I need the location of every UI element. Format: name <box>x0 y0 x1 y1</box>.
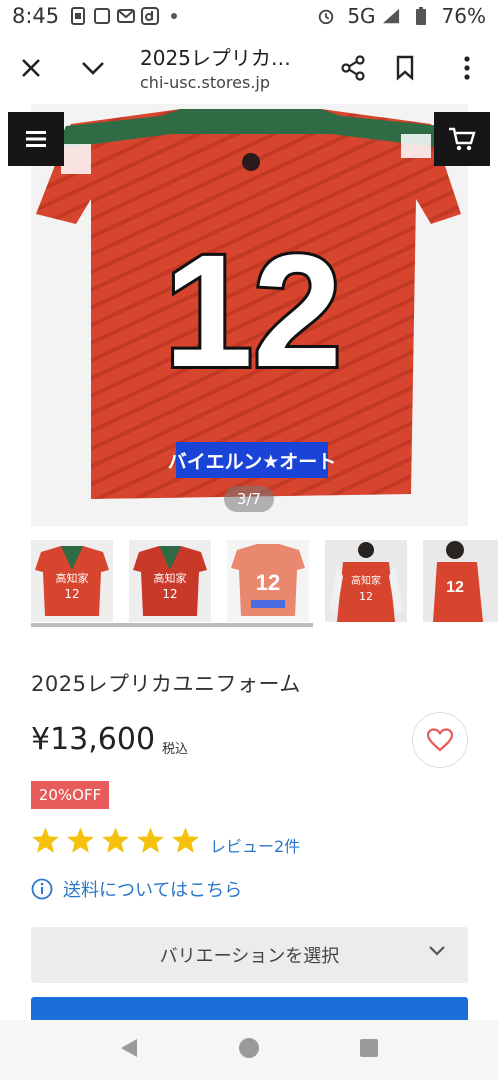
collapse-button[interactable] <box>62 32 124 104</box>
d-app-icon <box>141 7 160 25</box>
site-menu-button[interactable] <box>8 112 64 166</box>
back-button[interactable] <box>119 1037 139 1063</box>
dot-icon <box>165 7 183 25</box>
bookmark-icon <box>396 55 414 81</box>
cart-icon <box>449 127 476 151</box>
close-icon <box>22 59 40 77</box>
mail-icon <box>117 7 136 25</box>
signal-icon <box>382 7 400 25</box>
star-icon <box>67 827 94 853</box>
thumbnail-4[interactable]: 高知家 12 <box>325 540 407 622</box>
thumbnail-strip[interactable]: 高知家 12 高知家 12 12 高知家 12 12 <box>31 540 498 626</box>
thumb-4-number: 12 <box>359 590 373 603</box>
hamburger-icon <box>26 131 46 147</box>
shipping-info-link[interactable]: 送料についてはこちら <box>31 876 242 902</box>
product-price: ¥13,600 <box>31 722 156 757</box>
thumbnail-5[interactable]: 12 <box>423 540 498 622</box>
page-title: 2025レプリカ… <box>140 46 291 70</box>
status-time: 8:45 <box>12 4 60 28</box>
tax-label: 税込 <box>162 742 189 757</box>
heart-icon <box>427 728 453 752</box>
browser-toolbar: 2025レプリカ… chi-usc.stores.jp <box>0 32 498 104</box>
thumb-4-text: 高知家 <box>351 574 381 587</box>
thumbnail-3[interactable]: 12 <box>227 540 309 622</box>
home-icon <box>238 1038 259 1058</box>
battery-level: 76% <box>441 4 486 28</box>
overflow-menu-button[interactable] <box>436 32 498 104</box>
jersey-back-image: 12 バイエルン★オート <box>31 104 468 526</box>
variation-select[interactable]: バリエーションを選択 <box>31 927 468 983</box>
more-vertical-icon <box>464 56 470 80</box>
info-icon <box>31 878 53 900</box>
thumb-5-number: 12 <box>446 579 464 596</box>
bookmark-button[interactable] <box>374 32 436 104</box>
page-title-area[interactable]: 2025レプリカ… chi-usc.stores.jp <box>140 42 320 92</box>
battery-icon <box>412 7 430 25</box>
recents-icon <box>359 1039 378 1057</box>
cart-button[interactable] <box>434 112 490 166</box>
discount-badge: 20%OFF <box>31 781 109 809</box>
status-right: 5G 76% <box>317 4 486 28</box>
chevron-down-icon <box>82 62 104 75</box>
product-title: 2025レプリカユニフォーム <box>31 672 301 696</box>
chevron-down-icon <box>429 946 445 956</box>
thumbnail-1[interactable]: 高知家 12 <box>31 540 113 622</box>
back-icon <box>121 1039 138 1057</box>
star-icon <box>102 827 129 853</box>
variation-select-label: バリエーションを選択 <box>159 946 340 967</box>
home-button[interactable] <box>238 1037 260 1063</box>
thumbnail-2[interactable]: 高知家 12 <box>129 540 211 622</box>
sponsor-text: バイエルン★オート <box>168 451 336 473</box>
square-icon <box>93 7 111 25</box>
star-icon <box>137 827 164 853</box>
thumb-2-number: 12 <box>162 587 177 601</box>
close-tab-button[interactable] <box>0 32 62 104</box>
product-main-image[interactable]: 12 バイエルン★オート <box>31 104 468 526</box>
recents-button[interactable] <box>359 1038 379 1062</box>
status-bar: 8:45 5G 76% <box>0 0 498 32</box>
favorite-button[interactable] <box>412 712 468 768</box>
image-counter: 3/7 <box>224 486 274 512</box>
share-icon <box>341 55 365 81</box>
thumbnail-scrollbar[interactable] <box>31 623 313 627</box>
system-nav-bar <box>0 1020 498 1080</box>
thumb-3-number: 12 <box>256 570 280 595</box>
thumb-1-number: 12 <box>64 587 79 601</box>
sim-icon <box>69 7 87 25</box>
star-icon <box>172 827 199 853</box>
shipping-link-label: 送料についてはこちら <box>63 880 243 901</box>
rating-stars <box>31 826 200 854</box>
alarm-icon <box>317 7 335 25</box>
page-url: chi-usc.stores.jp <box>140 73 271 92</box>
thumb-1-text: 高知家 <box>56 571 89 585</box>
network-label: 5G <box>347 4 376 28</box>
review-link[interactable]: レビュー2件 <box>210 833 300 857</box>
jersey-number: 12 <box>164 221 342 400</box>
star-icon <box>32 827 59 853</box>
thumb-2-text: 高知家 <box>154 571 187 585</box>
